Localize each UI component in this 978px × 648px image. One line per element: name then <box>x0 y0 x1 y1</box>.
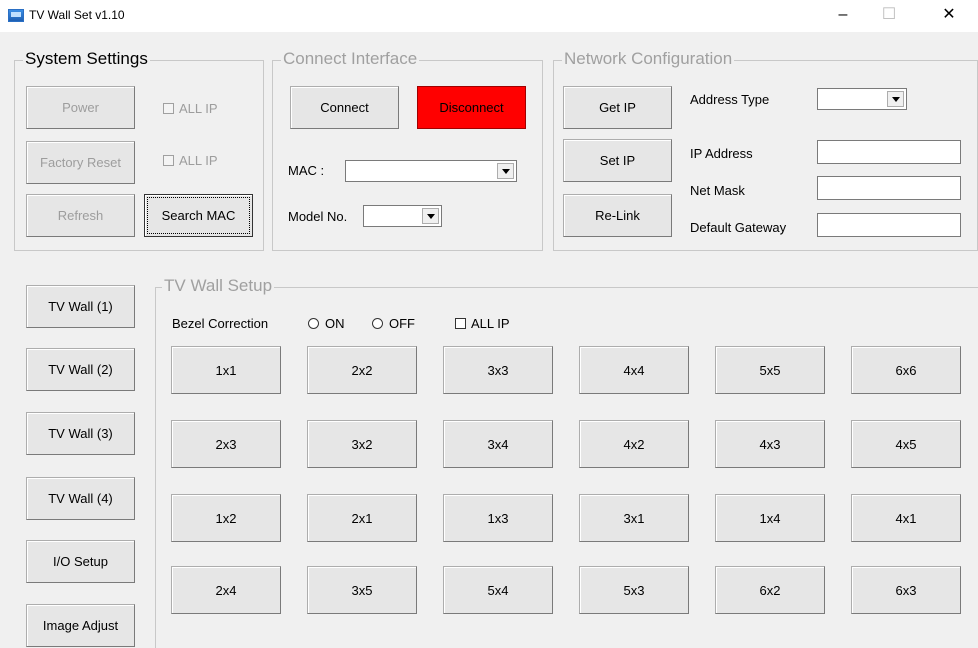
power-all-ip-checkbox[interactable]: ALL IP <box>163 101 218 116</box>
tv-wall-all-ip-label: ALL IP <box>471 316 510 331</box>
close-button[interactable]: ✕ <box>926 0 972 32</box>
default-gateway-label: Default Gateway <box>690 220 787 235</box>
layout-button[interactable]: 4x1 <box>851 494 961 542</box>
get-ip-button[interactable]: Get IP <box>563 86 672 129</box>
mac-label: MAC : <box>288 163 325 178</box>
relink-button[interactable]: Re-Link <box>563 194 672 237</box>
factory-reset-all-ip-label: ALL IP <box>179 153 218 168</box>
minimize-button[interactable]: – <box>820 0 866 32</box>
disconnect-button[interactable]: Disconnect <box>417 86 526 129</box>
layout-button[interactable]: 1x3 <box>443 494 553 542</box>
tv-wall-2-button[interactable]: TV Wall (2) <box>26 348 135 391</box>
layout-button[interactable]: 1x2 <box>171 494 281 542</box>
bezel-on-label: ON <box>325 316 345 331</box>
ip-address-field[interactable] <box>817 140 961 164</box>
tv-wall-all-ip-checkbox[interactable]: ALL IP <box>455 316 510 331</box>
window-title: TV Wall Set v1.10 <box>29 8 125 22</box>
bezel-off-radio[interactable]: OFF <box>372 316 415 331</box>
mac-dropdown[interactable] <box>345 160 517 182</box>
chevron-down-icon <box>497 163 514 179</box>
power-all-ip-label: ALL IP <box>179 101 218 116</box>
net-mask-label: Net Mask <box>690 183 745 198</box>
refresh-button[interactable]: Refresh <box>26 194 135 237</box>
layout-button[interactable]: 3x5 <box>307 566 417 614</box>
layout-button[interactable]: 5x4 <box>443 566 553 614</box>
layout-button[interactable]: 4x5 <box>851 420 961 468</box>
layout-button[interactable]: 3x1 <box>579 494 689 542</box>
layout-button[interactable]: 6x2 <box>715 566 825 614</box>
tv-wall-setup-title: TV Wall Setup <box>162 276 275 296</box>
network-configuration-title: Network Configuration <box>562 49 735 69</box>
bezel-on-radio[interactable]: ON <box>308 316 345 331</box>
address-type-dropdown[interactable] <box>817 88 907 110</box>
model-no-dropdown[interactable] <box>363 205 442 227</box>
factory-reset-button[interactable]: Factory Reset <box>26 141 135 184</box>
model-no-label: Model No. <box>288 209 348 224</box>
tv-wall-1-button[interactable]: TV Wall (1) <box>26 285 135 328</box>
layout-button[interactable]: 6x3 <box>851 566 961 614</box>
chevron-down-icon <box>422 208 439 224</box>
layout-button[interactable]: 2x3 <box>171 420 281 468</box>
layout-button[interactable]: 2x2 <box>307 346 417 394</box>
connect-interface-title: Connect Interface <box>281 49 420 69</box>
power-button[interactable]: Power <box>26 86 135 129</box>
image-adjust-button[interactable]: Image Adjust <box>26 604 135 647</box>
bezel-correction-label: Bezel Correction <box>172 316 269 331</box>
layout-button[interactable]: 4x3 <box>715 420 825 468</box>
chevron-down-icon <box>887 91 904 107</box>
layout-button[interactable]: 3x2 <box>307 420 417 468</box>
layout-button[interactable]: 5x3 <box>579 566 689 614</box>
net-mask-field[interactable] <box>817 176 961 200</box>
layout-button[interactable]: 2x1 <box>307 494 417 542</box>
layout-button[interactable]: 4x4 <box>579 346 689 394</box>
ip-address-label: IP Address <box>690 146 753 161</box>
default-gateway-field[interactable] <box>817 213 961 237</box>
address-type-label: Address Type <box>690 92 770 107</box>
factory-reset-all-ip-checkbox[interactable]: ALL IP <box>163 153 218 168</box>
layout-button[interactable]: 1x1 <box>171 346 281 394</box>
search-mac-button[interactable]: Search MAC <box>144 194 253 237</box>
bezel-off-label: OFF <box>389 316 415 331</box>
layout-button[interactable]: 5x5 <box>715 346 825 394</box>
tv-wall-3-button[interactable]: TV Wall (3) <box>26 412 135 455</box>
set-ip-button[interactable]: Set IP <box>563 139 672 182</box>
layout-button[interactable]: 2x4 <box>171 566 281 614</box>
layout-button[interactable]: 3x4 <box>443 420 553 468</box>
connect-button[interactable]: Connect <box>290 86 399 129</box>
layout-button[interactable]: 3x3 <box>443 346 553 394</box>
maximize-button[interactable]: ☐ <box>866 0 912 32</box>
title-bar: TV Wall Set v1.10 – ☐ ✕ <box>0 0 978 32</box>
system-settings-title: System Settings <box>23 49 150 69</box>
io-setup-button[interactable]: I/O Setup <box>26 540 135 583</box>
app-icon <box>8 9 24 22</box>
layout-button[interactable]: 6x6 <box>851 346 961 394</box>
layout-button[interactable]: 4x2 <box>579 420 689 468</box>
tv-wall-4-button[interactable]: TV Wall (4) <box>26 477 135 520</box>
layout-button[interactable]: 1x4 <box>715 494 825 542</box>
